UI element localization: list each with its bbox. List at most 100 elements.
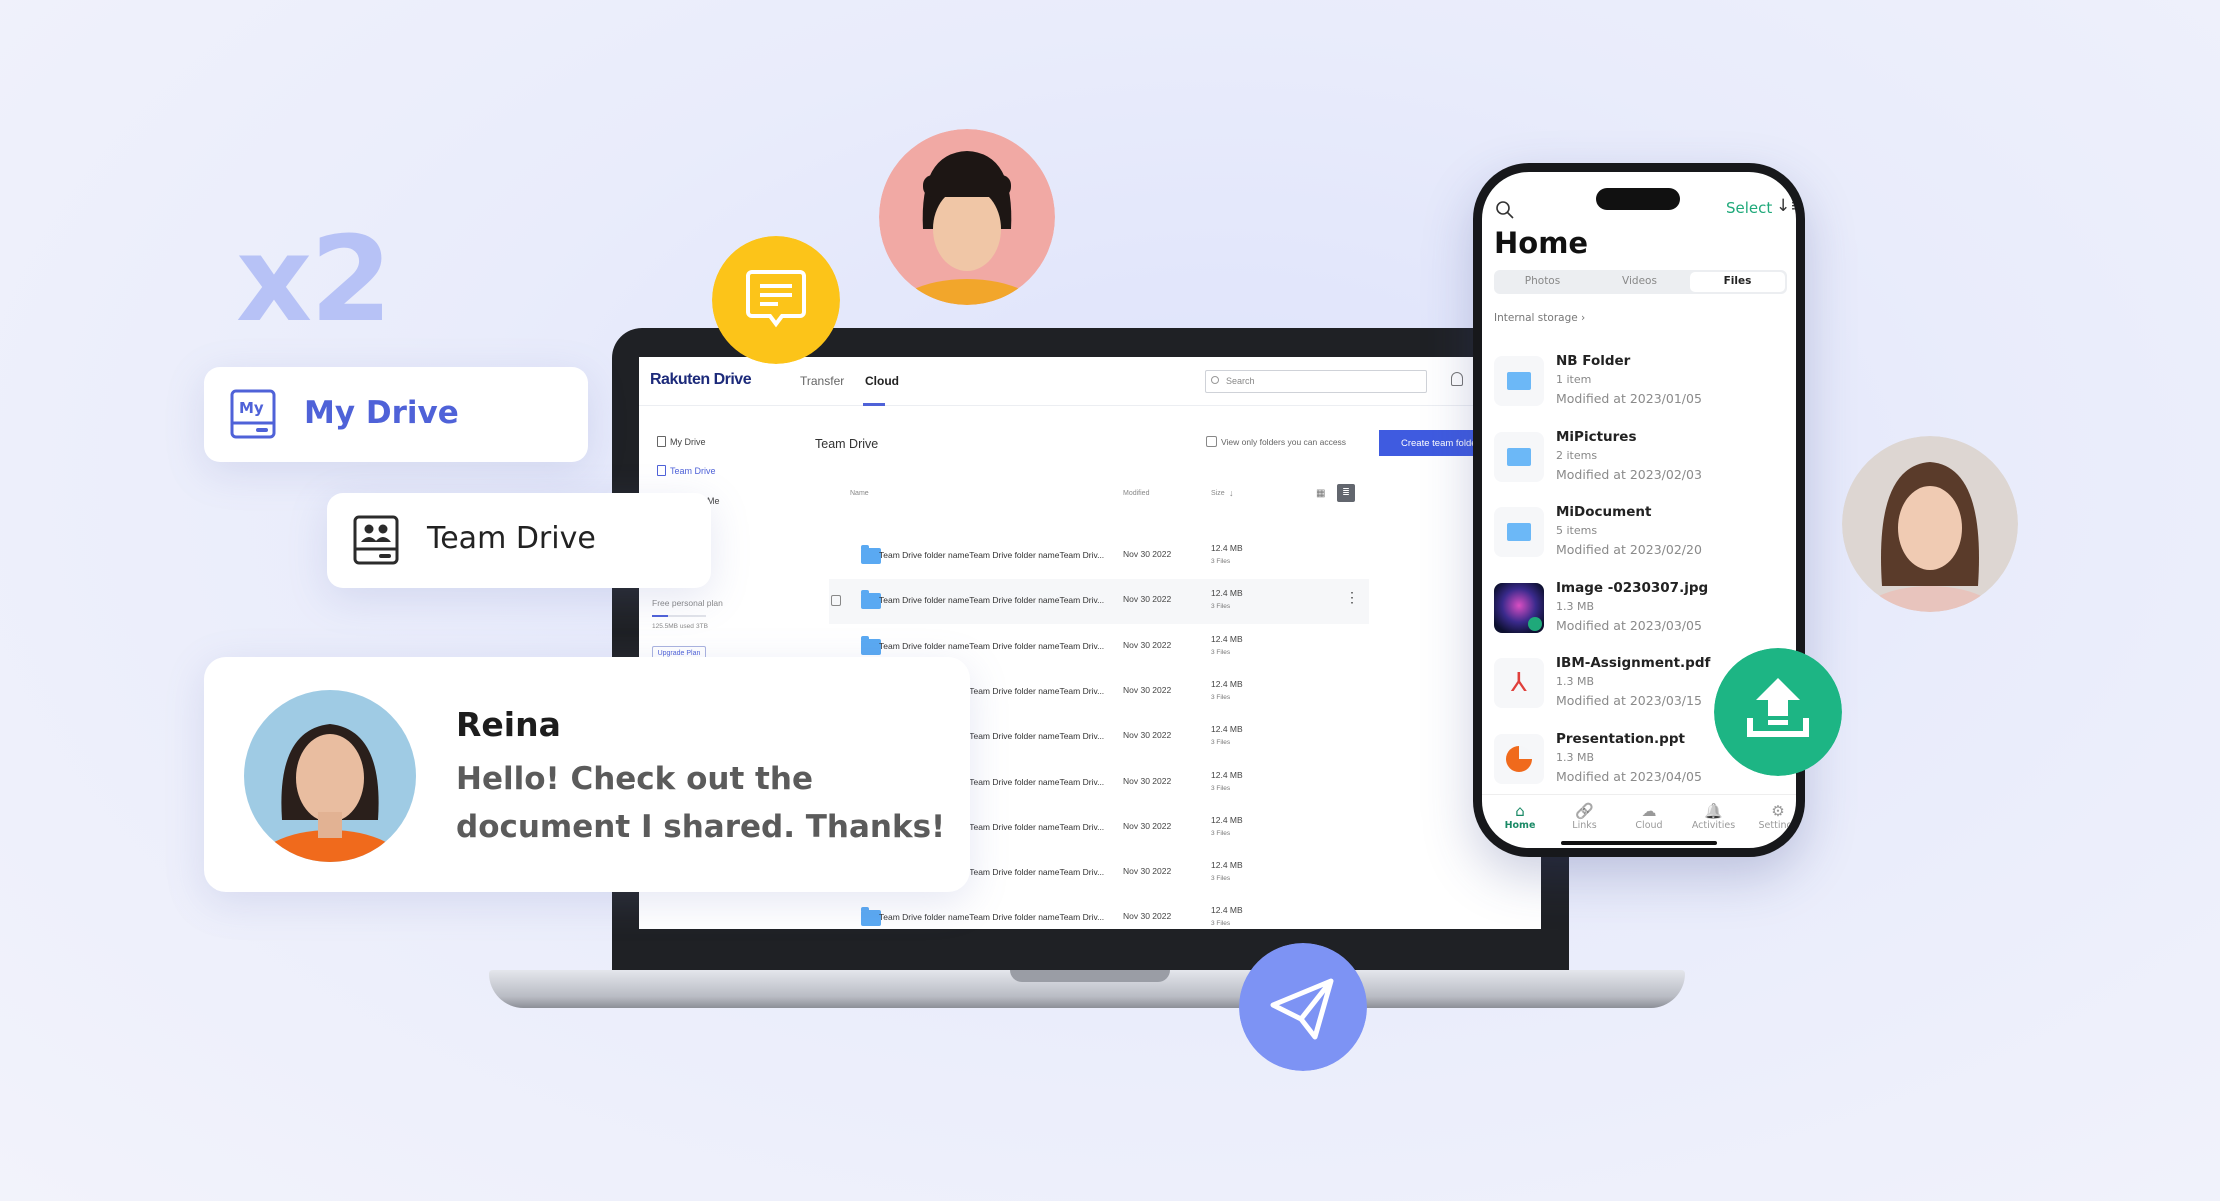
list-view-icon[interactable]: ≣ xyxy=(1337,484,1355,502)
search-icon[interactable] xyxy=(1495,200,1515,220)
file-modified: Modified at 2023/02/20 xyxy=(1556,542,1702,557)
sender-avatar xyxy=(244,690,416,862)
folder-modified: Nov 30 2022 xyxy=(1123,730,1172,741)
column-size[interactable]: Size xyxy=(1211,490,1225,497)
column-name[interactable]: Name xyxy=(850,490,869,497)
nav-settings[interactable]: ⚙ Settings xyxy=(1748,802,1798,831)
file-list-item[interactable]: MiDocument 5 items Modified at 2023/02/2… xyxy=(1482,504,1796,564)
plan-label: Free personal plan xyxy=(652,598,723,608)
column-modified[interactable]: Modified xyxy=(1123,490,1149,497)
file-name: MiPictures xyxy=(1556,428,1637,445)
file-info: 1.3 MB xyxy=(1556,750,1595,764)
file-modified: Modified at 2023/03/15 xyxy=(1556,693,1702,708)
folder-name[interactable]: Team Drive folder nameTeam Drive folder … xyxy=(879,912,1104,922)
grid-view-icon[interactable]: ▦ xyxy=(1316,488,1325,499)
folder-size: 12.4 MB xyxy=(1211,905,1243,916)
team-folder-icon xyxy=(861,590,881,610)
tab-cloud[interactable]: Cloud xyxy=(865,374,899,388)
page-title: Home xyxy=(1494,226,1589,260)
nav-label: Cloud xyxy=(1635,820,1663,831)
folder-size: 12.4 MB xyxy=(1211,814,1243,825)
folder-file-count: 3 Files xyxy=(1211,648,1231,656)
team-folder-icon xyxy=(861,545,881,564)
segment-files[interactable]: Files xyxy=(1690,272,1785,292)
table-row[interactable]: Team Drive folder nameTeam Drive folder … xyxy=(829,534,1369,579)
chat-bubble-icon xyxy=(712,236,840,364)
sidebar-item-my-drive[interactable]: My Drive xyxy=(670,437,706,447)
my-drive-card[interactable]: My My Drive xyxy=(204,367,588,462)
file-list-item[interactable]: NB Folder 1 item Modified at 2023/01/05 xyxy=(1482,353,1796,413)
file-info: 1.3 MB xyxy=(1556,599,1595,613)
folder-modified: Nov 30 2022 xyxy=(1123,911,1172,922)
filter-label: View only folders you can access xyxy=(1221,437,1347,447)
breadcrumb-internal-storage[interactable]: Internal storage xyxy=(1494,312,1578,324)
my-drive-label: My Drive xyxy=(304,395,459,431)
folder-file-count: 3 Files xyxy=(1211,875,1231,883)
table-row[interactable]: Team Drive folder nameTeam Drive folder … xyxy=(829,896,1369,929)
folder-size: 12.4 MB xyxy=(1211,543,1243,553)
folder-icon xyxy=(1494,356,1544,406)
filter-checkbox[interactable] xyxy=(1206,436,1217,447)
search-input[interactable]: Search xyxy=(1205,370,1427,393)
message-text: Hello! Check out the document I shared. … xyxy=(456,761,946,845)
dynamic-island xyxy=(1596,188,1680,210)
folder-name[interactable]: Team Drive folder nameTeam Drive folder … xyxy=(879,550,1104,560)
nav-activities[interactable]: 🔔 Activities xyxy=(1684,802,1744,831)
tab-transfer[interactable]: Transfer xyxy=(800,374,844,388)
bottom-nav xyxy=(1482,794,1796,795)
folder-file-count: 3 Files xyxy=(1211,693,1231,701)
nav-label: Activities xyxy=(1691,820,1736,831)
segment-photos[interactable]: Photos xyxy=(1494,275,1591,287)
select-button[interactable]: Select xyxy=(1726,199,1772,217)
send-icon[interactable] xyxy=(1239,943,1367,1071)
file-info: 1 item xyxy=(1556,373,1592,386)
bell-icon[interactable] xyxy=(1451,372,1463,386)
laptop-notch xyxy=(1010,970,1170,982)
user-avatar-top xyxy=(879,129,1055,305)
folder-file-count: 3 Files xyxy=(1211,603,1231,611)
nav-home[interactable]: ⌂ Home xyxy=(1490,802,1550,831)
nav-label: Home xyxy=(1504,820,1536,831)
segment-videos[interactable]: Videos xyxy=(1591,275,1688,287)
sort-arrow-icon[interactable]: ↓ xyxy=(1229,488,1234,498)
nav-label: Settings xyxy=(1758,820,1798,831)
folder-modified: Nov 30 2022 xyxy=(1123,594,1172,605)
folder-file-count: 3 Files xyxy=(1211,784,1231,792)
folder-file-count: 3 Files xyxy=(1211,829,1231,837)
sender-name: Reina xyxy=(456,705,561,744)
upload-icon[interactable] xyxy=(1714,648,1842,776)
file-info: 1.3 MB xyxy=(1556,675,1595,688)
folder-modified: Nov 30 2022 xyxy=(1123,639,1172,650)
team-folder-icon xyxy=(861,635,881,655)
nav-cloud[interactable]: ☁ Cloud xyxy=(1619,802,1679,831)
row-checkbox[interactable] xyxy=(831,595,841,607)
home-indicator xyxy=(1561,841,1717,845)
table-row[interactable]: ⋮ Team Drive folder nameTeam Drive folde… xyxy=(829,579,1369,625)
my-drive-icon: My xyxy=(230,389,276,439)
file-info: 5 items xyxy=(1556,524,1598,537)
file-name: Image -0230307.jpg xyxy=(1556,579,1709,596)
folder-modified: Nov 30 2022 xyxy=(1123,549,1172,559)
breadcrumb[interactable]: Internal storage › xyxy=(1494,312,1585,324)
svg-text:My: My xyxy=(239,399,264,417)
more-options-icon[interactable]: ⋮ xyxy=(1345,589,1359,606)
file-modified: Modified at 2023/01/05 xyxy=(1556,391,1702,406)
folder-modified: Nov 30 2022 xyxy=(1123,820,1172,831)
folder-name[interactable]: Team Drive folder nameTeam Drive folder … xyxy=(879,595,1104,605)
sidebar-item-team-drive[interactable]: Team Drive xyxy=(670,466,716,476)
folder-size: 12.4 MB xyxy=(1211,769,1243,780)
nav-links[interactable]: 🔗 Links xyxy=(1555,802,1615,831)
folder-name[interactable]: Team Drive folder nameTeam Drive folder … xyxy=(879,641,1104,651)
file-list-item[interactable]: Image -0230307.jpg 1.3 MB Modified at 20… xyxy=(1482,580,1796,640)
message-card: Reina Hello! Check out the document I sh… xyxy=(204,657,970,892)
folder-size: 12.4 MB xyxy=(1211,724,1243,735)
cloud-icon: ☁ xyxy=(1641,802,1657,820)
file-list-item[interactable]: MiPictures 2 items Modified at 2023/02/0… xyxy=(1482,429,1796,489)
team-drive-label: Team Drive xyxy=(427,521,596,556)
sort-icon[interactable]: ↓≡ xyxy=(1776,196,1796,216)
team-folder-icon xyxy=(861,907,881,927)
team-drive-card[interactable]: Team Drive xyxy=(327,493,711,588)
storage-total: 3TB xyxy=(696,623,708,630)
file-name: NB Folder xyxy=(1556,353,1631,369)
file-name: Presentation.ppt xyxy=(1556,730,1685,747)
